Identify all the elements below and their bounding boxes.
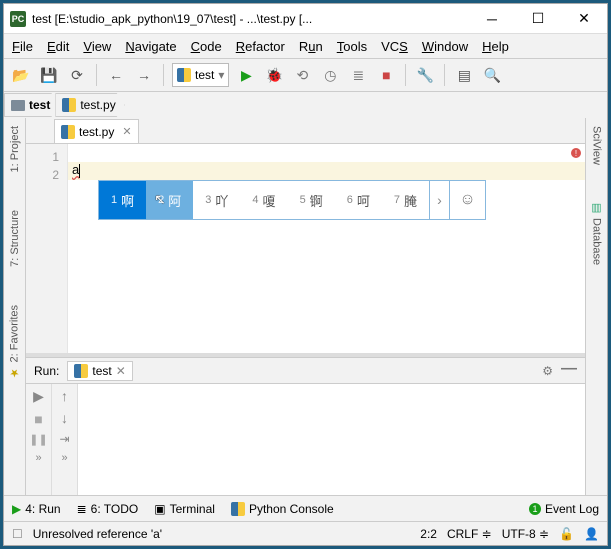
- stop-icon[interactable]: ■: [375, 64, 397, 86]
- breadcrumb-label: test: [29, 98, 50, 112]
- run-panel-title: Run:: [34, 364, 59, 378]
- coverage-icon[interactable]: ⟲: [291, 64, 313, 86]
- wrap-icon[interactable]: ⇥: [59, 432, 69, 446]
- encoding[interactable]: UTF-8 ≑: [502, 527, 549, 541]
- sync-icon[interactable]: ⟳: [66, 64, 88, 86]
- ime-candidate[interactable]: 1啊: [99, 181, 146, 219]
- ime-candidate[interactable]: 7腌: [382, 181, 429, 219]
- menu-navigate[interactable]: Navigate: [125, 39, 176, 54]
- hide-panel-icon[interactable]: —: [561, 360, 577, 382]
- debug-icon[interactable]: 🐞: [263, 64, 285, 86]
- run-icon[interactable]: ▶: [235, 64, 257, 86]
- more-icon[interactable]: »: [61, 452, 67, 464]
- ime-candidate[interactable]: 5锕: [288, 181, 335, 219]
- open-icon[interactable]: 📂: [10, 64, 32, 86]
- editor-tab-label: test.py: [79, 125, 114, 139]
- close-icon[interactable]: ✕: [116, 364, 126, 378]
- bottom-tab-eventlog[interactable]: 1Event Log: [529, 502, 599, 516]
- folder-icon: [11, 100, 25, 111]
- menu-run[interactable]: Run: [299, 39, 323, 54]
- run-panel-tab[interactable]: test ✕: [67, 361, 132, 381]
- code-editor[interactable]: a ! 1啊 ↖2阿 3吖 4嗄 5锕 6呵 7腌 › ☺: [68, 144, 585, 353]
- error-indicator-icon[interactable]: !: [571, 148, 581, 158]
- bottom-tab-run[interactable]: ▶4: Run: [12, 502, 61, 516]
- rerun-icon[interactable]: ▶: [33, 388, 44, 405]
- menu-help[interactable]: Help: [482, 39, 509, 54]
- menu-file[interactable]: File: [12, 39, 33, 54]
- run-output[interactable]: [78, 384, 585, 495]
- close-button[interactable]: ✕: [561, 4, 607, 34]
- menu-refactor[interactable]: Refactor: [236, 39, 285, 54]
- ime-emoji-icon[interactable]: ☺: [449, 181, 485, 219]
- menu-bar: File Edit View Navigate Code Refactor Ru…: [4, 34, 607, 58]
- line-separator[interactable]: CRLF ≑: [447, 527, 492, 541]
- run-config-combo[interactable]: test ▾: [172, 63, 229, 87]
- ime-candidate[interactable]: 3吖: [193, 181, 240, 219]
- bottom-tab-todo[interactable]: ≣6: TODO: [77, 502, 139, 516]
- ime-candidate[interactable]: 6呵: [335, 181, 382, 219]
- concurrency-icon[interactable]: ≣: [347, 64, 369, 86]
- close-tab-icon[interactable]: ✕: [122, 125, 131, 138]
- menu-vcs[interactable]: VCS: [381, 39, 408, 54]
- forward-icon[interactable]: →: [133, 64, 155, 86]
- stop-icon[interactable]: ■: [34, 411, 42, 427]
- editor-tab[interactable]: test.py ✕: [54, 119, 139, 143]
- sidebar-tab-database[interactable]: ▥Database: [588, 193, 605, 273]
- python-icon: [231, 502, 245, 516]
- sidebar-tab-sciview[interactable]: SciView: [589, 118, 605, 173]
- maximize-button[interactable]: ☐: [515, 4, 561, 34]
- menu-tools[interactable]: Tools: [337, 39, 367, 54]
- lock-icon[interactable]: 🔓: [559, 527, 574, 541]
- inspector-icon[interactable]: 👤: [584, 527, 599, 541]
- structure-icon[interactable]: ▤: [453, 64, 475, 86]
- sidebar-tab-project[interactable]: 1: Project: [7, 118, 23, 180]
- caret-position[interactable]: 2:2: [420, 527, 437, 541]
- app-icon: PC: [10, 11, 26, 27]
- breadcrumb-file[interactable]: test.py: [55, 93, 124, 117]
- bottom-tab-pyconsole[interactable]: Python Console: [231, 502, 334, 516]
- profile-icon[interactable]: ◷: [319, 64, 341, 86]
- ime-next-icon[interactable]: ›: [429, 181, 449, 219]
- settings-icon[interactable]: 🔧: [414, 64, 436, 86]
- menu-window[interactable]: Window: [422, 39, 468, 54]
- sidebar-tab-favorites[interactable]: ★2: Favorites: [6, 297, 23, 387]
- menu-code[interactable]: Code: [191, 39, 222, 54]
- ime-candidate[interactable]: ↖2阿: [146, 181, 193, 219]
- python-icon: [61, 125, 75, 139]
- breadcrumb-label: test.py: [80, 98, 115, 112]
- more-icon[interactable]: »: [35, 452, 41, 464]
- save-icon[interactable]: 💾: [38, 64, 60, 86]
- down-icon[interactable]: ↓: [61, 410, 68, 426]
- code-text: a: [72, 162, 79, 177]
- ime-candidate[interactable]: 4嗄: [240, 181, 287, 219]
- line-gutter: 1 2: [26, 144, 68, 353]
- back-icon[interactable]: ←: [105, 64, 127, 86]
- bottom-tab-terminal[interactable]: ▣Terminal: [154, 502, 215, 516]
- up-icon[interactable]: ↑: [61, 388, 68, 404]
- status-icon[interactable]: ☐: [12, 527, 23, 541]
- run-config-label: test: [195, 68, 214, 82]
- gear-icon[interactable]: ⚙: [542, 364, 553, 378]
- breadcrumb-folder[interactable]: test: [4, 93, 59, 117]
- minimize-button[interactable]: ─: [469, 4, 515, 34]
- search-icon[interactable]: 🔍: [481, 64, 503, 86]
- pause-icon[interactable]: ❚❚: [29, 433, 47, 446]
- ime-candidate-bar[interactable]: 1啊 ↖2阿 3吖 4嗄 5锕 6呵 7腌 › ☺: [98, 180, 486, 220]
- python-icon: [62, 98, 76, 112]
- window-title: test [E:\studio_apk_python\19_07\test] -…: [32, 12, 469, 26]
- status-message: Unresolved reference 'a': [33, 527, 411, 541]
- chevron-down-icon: ▾: [218, 68, 224, 82]
- python-icon: [177, 68, 191, 82]
- menu-view[interactable]: View: [83, 39, 111, 54]
- menu-edit[interactable]: Edit: [47, 39, 69, 54]
- sidebar-tab-structure[interactable]: 7: Structure: [7, 202, 23, 275]
- python-icon: [74, 364, 88, 378]
